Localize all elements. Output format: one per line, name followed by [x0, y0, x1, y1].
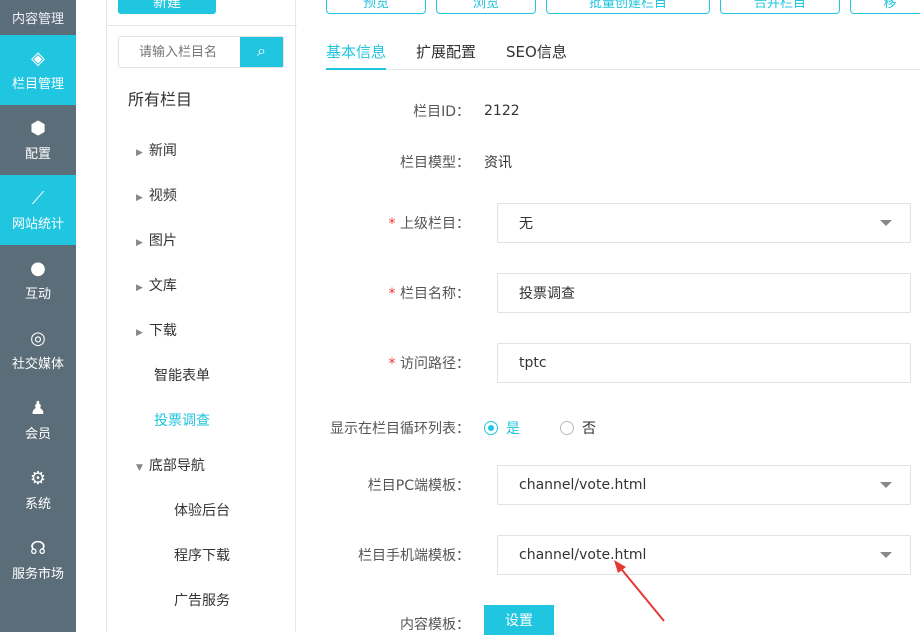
mobile-label: 栏目手机端模板：: [358, 548, 470, 564]
nav-stats[interactable]: ⟋ 网站统计: [0, 175, 76, 245]
tree-item[interactable]: 广告服务: [174, 590, 230, 610]
caret-right-icon: ▶: [136, 283, 143, 293]
nav-interact[interactable]: ● 互动: [0, 245, 76, 315]
row-content-template: 内容模板： 设置: [296, 605, 920, 635]
batch-create-button[interactable]: 批量创建栏目: [546, 0, 710, 14]
tree-item[interactable]: ▼ 底部导航: [136, 455, 205, 475]
model-value: 资讯: [484, 155, 512, 171]
path-input[interactable]: tptc: [497, 343, 911, 383]
nav-config[interactable]: ⬢ 配置: [0, 105, 76, 175]
tree-item-selected[interactable]: 投票调查: [154, 410, 210, 430]
caret-down-icon: ▼: [136, 463, 143, 473]
tab-extended[interactable]: 扩展配置: [416, 42, 476, 70]
move-button[interactable]: 移: [850, 0, 920, 14]
caret-right-icon: ▶: [136, 328, 143, 338]
tree-item[interactable]: ▶ 视频: [136, 185, 177, 205]
tree-item[interactable]: ▶ 文库: [136, 275, 177, 295]
nav-system[interactable]: ⚙ 系统: [0, 455, 76, 525]
id-value: 2122: [484, 103, 520, 119]
chart-icon: ⟋: [31, 187, 45, 209]
set-button[interactable]: 设置: [484, 605, 554, 635]
show-label: 显示在栏目循环列表：: [330, 421, 470, 437]
tree-item[interactable]: ▶ 图片: [136, 230, 177, 250]
nav-label: 会员: [24, 426, 51, 442]
all-columns[interactable]: 所有栏目: [128, 86, 192, 110]
nav-label: 互动: [24, 286, 51, 302]
row-show: 显示在栏目循环列表： 是 否: [296, 418, 920, 438]
nav-social[interactable]: ◎ 社交媒体: [0, 315, 76, 385]
headset-icon: ☊: [30, 537, 46, 559]
main-nav: 内容管理 ◈ 栏目管理 ⬢ 配置 ⟋ 网站统计 ● 互动 ◎ 社交媒体 ♟ 会员 ⚙ 系统 ☊…: [0, 0, 76, 632]
chevron-down-icon: [880, 220, 892, 226]
radio-yes[interactable]: 是: [484, 418, 520, 438]
tree-item[interactable]: ▶ 新闻: [136, 140, 177, 160]
new-button[interactable]: 新建: [118, 0, 216, 14]
search-button[interactable]: ⌕: [240, 37, 283, 67]
tree-item[interactable]: 程序下载: [174, 545, 230, 565]
row-model: 栏目模型： 资讯: [296, 152, 920, 172]
tabs: 基本信息 扩展配置 SEO信息: [326, 42, 920, 70]
model-label: 栏目模型：: [400, 155, 470, 171]
name-input[interactable]: 投票调查: [497, 273, 911, 313]
parent-label: 上级栏目：: [400, 216, 470, 232]
tree-item[interactable]: ▶ 下载: [136, 320, 177, 340]
caret-right-icon: ▶: [136, 238, 143, 248]
radio-unchecked-icon: [560, 421, 574, 435]
nav-column[interactable]: ◈ 栏目管理: [0, 35, 76, 105]
browse-button[interactable]: 浏览: [436, 0, 536, 14]
radio-checked-icon: [484, 421, 498, 435]
layers-icon: ◈: [31, 47, 45, 69]
main-content: 预览 浏览 批量创建栏目 合并栏目 移 基本信息 扩展配置 SEO信息 栏目ID…: [296, 0, 920, 635]
nav-label: 配置: [24, 146, 51, 162]
tree-item[interactable]: 体验后台: [174, 500, 230, 520]
path-label: 访问路径：: [400, 356, 470, 372]
nav-content[interactable]: 内容管理: [0, 0, 76, 35]
mobile-template-select[interactable]: channel/vote.html: [497, 535, 911, 575]
search-icon: ⌕: [257, 43, 266, 60]
nav-label: 社交媒体: [11, 356, 64, 372]
pc-label: 栏目PC端模板：: [367, 478, 470, 494]
caret-right-icon: ▶: [136, 148, 143, 158]
column-tree-panel: 新建 ⌕ 所有栏目 ▶新闻 ▶视频 ▶图片 ▶文库 ▶下载 智能表单 投票调查 …: [106, 0, 297, 632]
nav-label: 栏目管理: [11, 76, 64, 92]
nav-market[interactable]: ☊ 服务市场: [0, 525, 76, 595]
merge-button[interactable]: 合并栏目: [720, 0, 840, 14]
preview-button[interactable]: 预览: [326, 0, 426, 14]
chat-icon: ●: [30, 257, 46, 279]
chevron-down-icon: [880, 552, 892, 558]
tree-item[interactable]: 智能表单: [154, 365, 210, 385]
social-icon: ◎: [30, 327, 46, 349]
nav-member[interactable]: ♟ 会员: [0, 385, 76, 455]
nav-label: 内容管理: [11, 12, 64, 27]
user-icon: ♟: [29, 397, 47, 419]
caret-right-icon: ▶: [136, 193, 143, 203]
divider: [107, 25, 297, 26]
pc-template-select[interactable]: channel/vote.html: [497, 465, 911, 505]
cube-icon: ⬢: [30, 117, 46, 139]
row-id: 栏目ID： 2122: [296, 101, 920, 121]
tab-seo[interactable]: SEO信息: [506, 42, 567, 70]
nav-label: 服务市场: [11, 566, 64, 582]
name-label: 栏目名称：: [400, 286, 470, 302]
search-input[interactable]: [119, 37, 240, 67]
tab-basic[interactable]: 基本信息: [326, 42, 387, 70]
id-label: 栏目ID：: [413, 104, 470, 120]
content-template-label: 内容模板：: [400, 617, 470, 633]
gear-icon: ⚙: [29, 467, 47, 489]
radio-no[interactable]: 否: [560, 418, 596, 438]
nav-label: 系统: [24, 496, 51, 512]
chevron-down-icon: [880, 482, 892, 488]
tree-search: ⌕: [118, 36, 284, 68]
parent-select[interactable]: 无: [497, 203, 911, 243]
nav-label: 网站统计: [11, 216, 64, 232]
